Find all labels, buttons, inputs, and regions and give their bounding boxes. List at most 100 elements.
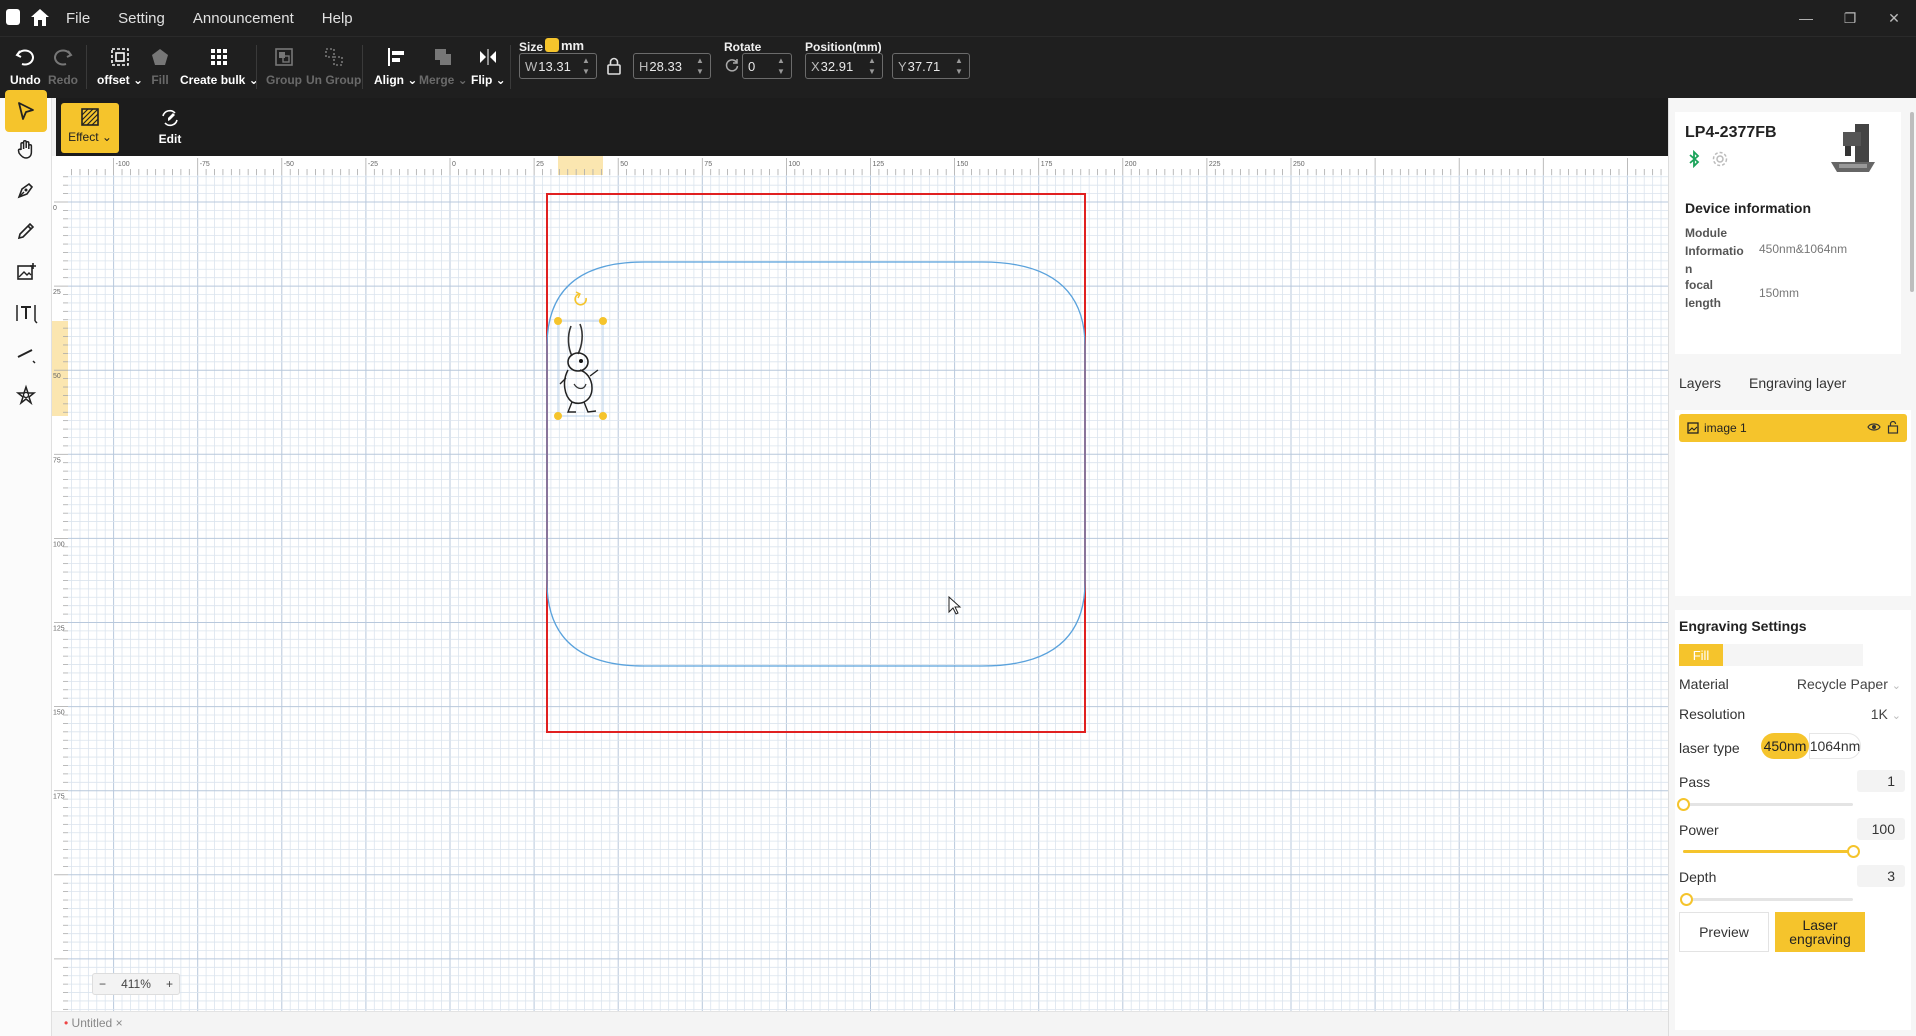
redo-icon <box>49 43 77 71</box>
group-icon <box>270 43 298 71</box>
gear-icon[interactable] <box>1711 150 1729 173</box>
ungroup-button[interactable]: Un Group <box>306 43 361 87</box>
toolbar-divider <box>86 45 87 89</box>
bunny-image[interactable] <box>559 323 599 413</box>
main-toolbar: Undo Redo offset ⌄ Fill Create bulk ⌄ Gr… <box>0 36 1916 98</box>
mode-fill-button[interactable]: Fill <box>1679 644 1723 666</box>
pass-slider-handle[interactable] <box>1677 798 1690 811</box>
effect-button[interactable]: Effect ⌄ <box>61 103 119 153</box>
menu-help[interactable]: Help <box>322 10 353 27</box>
height-input[interactable]: H 28.33 ▲ ▼ <box>633 53 711 79</box>
design-canvas[interactable]: -100 -75 -50 -25 0 25 50 75 100 125 150 175 200 225 25… <box>52 156 1668 1011</box>
rotate-label: Rotate <box>724 40 762 54</box>
material-row[interactable]: Material Recycle Paper ⌄ <box>1679 676 1907 692</box>
rotate-stepper[interactable]: ▲ ▼ <box>777 56 789 76</box>
eye-icon[interactable] <box>1867 421 1881 436</box>
hand-icon <box>17 140 33 159</box>
menu-announcement[interactable]: Announcement <box>193 10 294 27</box>
align-button[interactable]: Align ⌄ <box>374 43 417 87</box>
chevron-down-icon: ⌄ <box>1891 710 1901 722</box>
title-bar: File Setting Announcement Help — ❐ ✕ <box>0 0 1916 36</box>
right-panel: LP4-2377FB Device information Module Inf… <box>1668 98 1916 1036</box>
depth-input[interactable]: 3 <box>1857 865 1905 887</box>
shape-tool[interactable] <box>5 374 47 416</box>
power-input[interactable]: 100 <box>1857 818 1905 840</box>
ungroup-icon <box>320 43 348 71</box>
app-logo <box>6 9 20 25</box>
tab-layers[interactable]: Layers <box>1679 375 1721 391</box>
merge-icon <box>429 43 457 71</box>
module-info-row: Module Informatio n 450nm&1064nm <box>1685 226 1848 276</box>
unlock-icon[interactable] <box>1887 420 1899 437</box>
laser-450nm-button[interactable]: 450nm <box>1761 733 1809 759</box>
preview-button[interactable]: Preview <box>1679 912 1769 952</box>
select-tool[interactable] <box>5 90 47 132</box>
flip-icon <box>474 43 502 71</box>
fill-icon <box>146 43 174 71</box>
line-tool[interactable] <box>5 333 47 375</box>
laser-engraving-button[interactable]: Laser engraving <box>1775 912 1865 952</box>
x-stepper[interactable]: ▲ ▼ <box>868 56 880 76</box>
flip-button[interactable]: Flip ⌄ <box>471 43 506 87</box>
edit-button[interactable]: Edit <box>140 103 200 153</box>
y-position-input[interactable]: Y 37.71 ▲ ▼ <box>892 53 970 79</box>
power-slider-handle[interactable] <box>1847 845 1860 858</box>
redo-button[interactable]: Redo <box>48 43 78 87</box>
selection-handles[interactable] <box>554 317 607 420</box>
toolbar-divider <box>510 45 511 89</box>
unit-label: mm <box>561 38 585 53</box>
width-stepper[interactable]: ▲ ▼ <box>582 56 594 76</box>
merge-button[interactable]: Merge ⌄ <box>419 43 468 87</box>
undo-button[interactable]: Undo <box>10 43 41 87</box>
zoom-in-button[interactable]: + <box>166 977 173 991</box>
offset-button[interactable]: offset ⌄ <box>97 43 143 87</box>
device-card-scrollbar[interactable] <box>1910 112 1914 292</box>
size-label: Size <box>519 40 544 54</box>
pass-slider[interactable] <box>1677 798 1853 811</box>
unit-checkbox[interactable] <box>545 38 559 52</box>
window-controls: — ❐ ✕ <box>1784 0 1916 36</box>
width-input[interactable]: W 13.31 ▲ ▼ <box>519 53 597 79</box>
undo-icon <box>11 43 39 71</box>
resolution-row[interactable]: Resolution 1K ⌄ <box>1679 706 1907 722</box>
image-tool[interactable] <box>5 251 47 293</box>
close-tab-icon[interactable]: × <box>116 1016 123 1030</box>
fill-button[interactable]: Fill <box>146 43 174 87</box>
close-icon[interactable]: ✕ <box>1872 0 1916 36</box>
pen-nib-icon <box>17 182 34 199</box>
create-bulk-button[interactable]: Create bulk ⌄ <box>180 43 259 87</box>
menu-setting[interactable]: Setting <box>118 10 165 27</box>
y-stepper[interactable]: ▲ ▼ <box>955 56 967 76</box>
group-button[interactable]: Group <box>266 43 302 87</box>
laser-1064nm-button[interactable]: 1064nm <box>1809 733 1861 759</box>
rotate-handle-icon[interactable] <box>574 291 587 306</box>
pencil-tool[interactable] <box>5 210 47 252</box>
minimize-icon[interactable]: — <box>1784 0 1828 36</box>
mouse-pointer-icon <box>948 595 962 615</box>
x-position-input[interactable]: X 32.91 ▲ ▼ <box>805 53 883 79</box>
zoom-out-button[interactable]: − <box>99 977 106 991</box>
lock-icon[interactable] <box>606 57 622 80</box>
power-slider[interactable] <box>1683 845 1860 858</box>
rounded-rectangle-shape[interactable] <box>546 261 1086 667</box>
layer-item[interactable]: image 1 <box>1679 414 1907 442</box>
document-tab[interactable]: • Untitled × <box>64 1016 123 1030</box>
tool-rail <box>0 90 52 1036</box>
star-icon <box>15 384 37 406</box>
depth-slider[interactable] <box>1680 893 1853 906</box>
device-info-title: Device information <box>1685 200 1812 216</box>
restore-icon[interactable]: ❐ <box>1828 0 1872 36</box>
layer-list: image 1 <box>1675 410 1911 596</box>
rotate-input[interactable]: 0 ▲ ▼ <box>742 53 792 79</box>
pass-input[interactable]: 1 <box>1857 770 1905 792</box>
hand-tool[interactable] <box>5 128 47 170</box>
tab-engraving-layer[interactable]: Engraving layer <box>1749 375 1846 391</box>
home-icon[interactable] <box>28 6 52 30</box>
depth-slider-handle[interactable] <box>1680 893 1694 906</box>
engraving-settings: Engraving Settings Fill Material Recycle… <box>1675 610 1911 1030</box>
menu-file[interactable]: File <box>66 10 90 27</box>
pen-tool[interactable] <box>5 169 47 211</box>
text-tool[interactable] <box>5 292 47 334</box>
bluetooth-icon <box>1687 149 1701 173</box>
height-stepper[interactable]: ▲ ▼ <box>696 56 708 76</box>
